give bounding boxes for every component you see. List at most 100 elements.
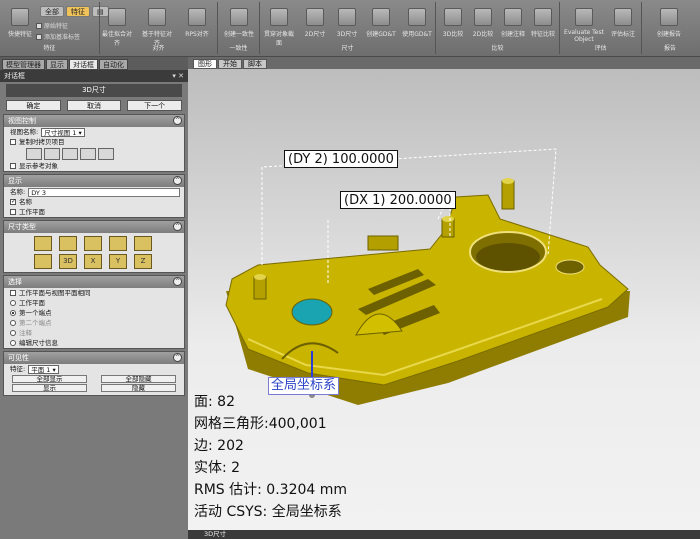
workplane-checkbox[interactable] [10, 209, 16, 215]
option-first-endpoint[interactable]: 第一个端点 [4, 308, 184, 318]
collapse-icon[interactable]: ^ [173, 277, 182, 286]
collapse-icon[interactable]: ^ [173, 176, 182, 185]
hide-button[interactable]: 隐藏 [101, 384, 176, 392]
create-annotation-button[interactable]: 创建注释 [496, 8, 530, 38]
feature-compare-button[interactable]: 特征比较 [526, 8, 560, 38]
view-undo-icon[interactable] [80, 148, 96, 160]
radio-workplane[interactable] [10, 300, 16, 306]
left-pin [253, 276, 267, 300]
dimension-type-grid: 3D X Y Z [4, 233, 184, 272]
next-button[interactable]: 下一个 [127, 100, 183, 111]
section-header-view-control[interactable]: 视图控制 ^ [4, 115, 184, 127]
3d-dimension-button[interactable]: 3D尺寸 [330, 8, 364, 38]
planar-dim-icon[interactable] [34, 254, 52, 269]
view-new-icon[interactable] [26, 148, 42, 160]
cancel-button[interactable]: 取消 [66, 100, 122, 111]
workplane-check-row[interactable]: 工作平面 [4, 207, 184, 217]
dialog-pin-close-icon[interactable]: ▾ ✕ [172, 70, 184, 82]
quick-feature-button[interactable]: 快捷特征 [3, 8, 37, 38]
group-label-consistency: 一致性 [229, 45, 248, 52]
tab-graphics[interactable]: 图形 [193, 59, 217, 69]
callout-dy2[interactable]: (DY 2) 100.0000 [284, 150, 398, 168]
evaluate-test-object-button[interactable]: Evaluate Test Object [562, 8, 606, 43]
2d-dimension-button[interactable]: 2D尺寸 [298, 8, 332, 38]
view-name-select[interactable]: 尺寸视图 1 ▾ [41, 127, 85, 137]
view-refresh-icon[interactable] [62, 148, 78, 160]
collapse-icon[interactable]: ^ [173, 116, 182, 125]
create-consistency-button[interactable]: 创建一致性 [222, 8, 256, 38]
radio-first-endpoint[interactable] [10, 310, 16, 316]
view-delete-icon[interactable] [98, 148, 114, 160]
block-feature [367, 235, 399, 251]
name-checkbox[interactable] [10, 197, 16, 207]
tab-start[interactable]: 开始 [218, 59, 242, 69]
option-annotation[interactable]: 注释 [4, 328, 184, 338]
x-dim-icon[interactable]: X [84, 254, 102, 269]
angle-dim-icon[interactable] [59, 236, 77, 251]
graphics-viewport[interactable]: (DY 2) 100.0000 (DX 1) 200.0000 全局坐标系 面:… [188, 69, 700, 530]
ribbon-toolbar: 全部 特征 ▤ 原始特征 添加基准标签 快捷特征 特征 最佳拟合对齐 基于特征对… [0, 0, 700, 57]
cross-section-button[interactable]: 贯穿对象截面 [262, 8, 296, 47]
evaluate-annotation-button[interactable]: 评估标注 [606, 8, 640, 38]
create-report-button[interactable]: 创建报告 [652, 8, 686, 38]
group-label-compare: 比较 [491, 45, 504, 52]
hide-all-button[interactable]: 全部隐藏 [101, 375, 176, 383]
slope-dim-icon[interactable] [134, 236, 152, 251]
collapse-icon[interactable]: ^ [173, 353, 182, 362]
create-gdt-button[interactable]: 创建GD&T [364, 8, 398, 38]
collapse-icon[interactable]: ^ [173, 222, 182, 231]
show-all-button[interactable]: 全部显示 [12, 375, 87, 383]
section-header-visibility[interactable]: 可见性 ^ [4, 352, 184, 364]
callout-dx1[interactable]: (DX 1) 200.0000 [340, 191, 456, 209]
diameter-dim-icon[interactable] [109, 236, 127, 251]
same-plane-checkbox[interactable] [10, 290, 16, 296]
same-plane-row[interactable]: 工作平面与视图平面相同 [4, 288, 184, 298]
show-reference-checkbox[interactable] [10, 163, 16, 169]
name-check-row[interactable]: 名称 [4, 197, 184, 207]
show-button[interactable]: 显示 [12, 384, 87, 392]
radio-edit-info[interactable] [10, 340, 16, 346]
radio-second-endpoint[interactable] [10, 320, 16, 326]
tab-automation[interactable]: 自动化 [99, 59, 128, 70]
copy-items-row[interactable]: 复制时拷贝项目 [4, 137, 184, 147]
feature-align-button[interactable]: 基于特征对齐 [140, 8, 174, 47]
2d-dimension-icon [306, 8, 324, 26]
section-header-dimension-type[interactable]: 尺寸类型 ^ [4, 221, 184, 233]
show-reference-row[interactable]: 显示参考对象 [4, 161, 184, 171]
radius-dim-icon[interactable] [84, 236, 102, 251]
visibility-buttons-row2: 显示 隐藏 [12, 384, 176, 392]
radio-annotation[interactable] [10, 330, 16, 336]
rps-align-button[interactable]: RPS对齐 [180, 8, 214, 38]
right-pin [501, 180, 515, 210]
tab-dialog[interactable]: 对话框 [69, 59, 98, 70]
z-dim-icon[interactable]: Z [134, 254, 152, 269]
y-dim-icon[interactable]: Y [109, 254, 127, 269]
tab-script[interactable]: 脚本 [243, 59, 267, 69]
view-copy-icon[interactable] [44, 148, 60, 160]
section-select: 选择 ^ 工作平面与视图平面相同 工作平面 第一个端点 第二个端点 注释 编辑尺寸… [3, 275, 185, 349]
section-header-select[interactable]: 选择 ^ [4, 276, 184, 288]
2d-compare-button[interactable]: 2D比较 [466, 8, 500, 38]
section-header-display[interactable]: 显示 ^ [4, 175, 184, 187]
quick-feature-icon [11, 8, 29, 26]
section-view-control: 视图控制 ^ 视图名称: 尺寸视图 1 ▾ 复制时拷贝项目 显示参考对象 [3, 114, 185, 172]
option-workplane[interactable]: 工作平面 [4, 298, 184, 308]
3d-dim-icon[interactable]: 3D [59, 254, 77, 269]
best-fit-align-button[interactable]: 最佳拟合对齐 [100, 8, 134, 47]
cyan-hole [291, 298, 333, 326]
group-feature: 快捷特征 特征 [0, 2, 100, 54]
section-dimension-type: 尺寸类型 ^ 3D X Y Z [3, 220, 185, 273]
tab-display[interactable]: 显示 [46, 59, 68, 70]
tab-model-manager[interactable]: 模型管理器 [2, 59, 45, 70]
2d-compare-icon [474, 8, 492, 26]
create-annotation-icon [504, 8, 522, 26]
option-second-endpoint[interactable]: 第二个端点 [4, 318, 184, 328]
3d-compare-button[interactable]: 3D比较 [436, 8, 470, 38]
option-edit-info[interactable]: 编辑尺寸信息 [4, 338, 184, 348]
feature-select[interactable]: 平面 1 ▾ [28, 364, 59, 374]
name-input[interactable]: DY 3 [28, 187, 180, 197]
use-gdt-button[interactable]: 使用GD&T [400, 8, 434, 38]
ok-button[interactable]: 确定 [6, 100, 61, 111]
copy-items-checkbox[interactable] [10, 139, 16, 145]
linear-dim-icon[interactable] [34, 236, 52, 251]
